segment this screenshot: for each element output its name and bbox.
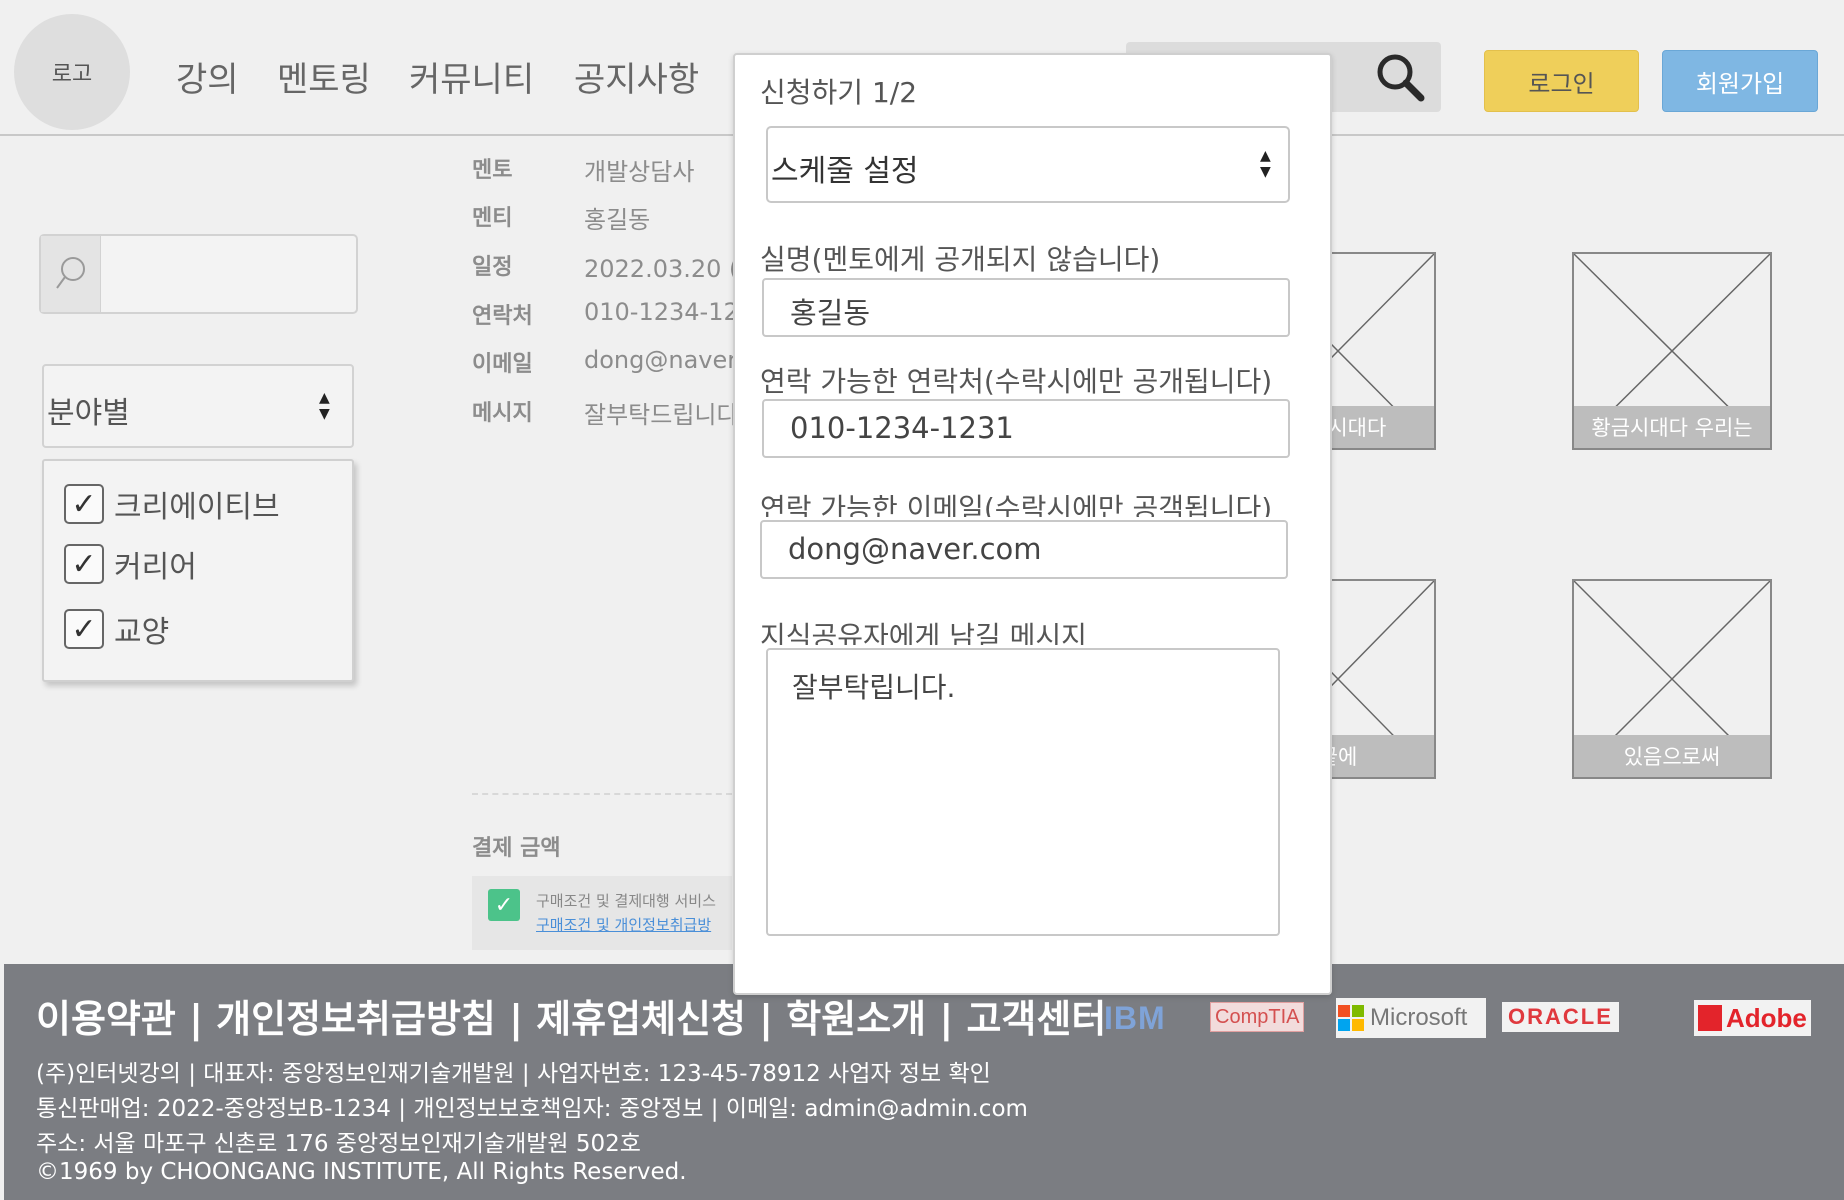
info-key-message: 메시지	[472, 401, 533, 426]
payment-amount-label: 결제 금액	[472, 836, 561, 861]
phone-field[interactable]: 010-1234-1231	[762, 399, 1290, 458]
agreement-link[interactable]: 구매조건 및 개인정보취급방	[536, 914, 711, 935]
divider	[472, 793, 732, 795]
category-select[interactable]: 분야별 ▲ ▼	[42, 364, 354, 448]
ibm-logo: IBM	[1104, 999, 1166, 1036]
microsoft-windows-icon	[1338, 1005, 1364, 1031]
nav-mentoring[interactable]: 멘토링	[277, 52, 371, 101]
info-value-mentor: 개발상담사	[584, 158, 695, 186]
filter-label: 커리어	[114, 550, 197, 585]
info-key-email: 이메일	[472, 352, 533, 377]
adobe-logo: Adobe	[1694, 1000, 1811, 1036]
schedule-select[interactable]: 스케줄 설정 ▲ ▼	[766, 126, 1290, 203]
sidebar-search-icon-cell	[41, 236, 101, 312]
agree-checkbox[interactable]: ✓	[488, 889, 520, 921]
name-label: 실명(멘토에게 공개되지 않습니다)	[760, 243, 1161, 276]
comptia-logo: CompTIA	[1210, 1002, 1305, 1032]
modal-title: 신청하기 1/2	[760, 76, 918, 109]
checkbox-checked-icon[interactable]: ✓	[64, 484, 104, 524]
thumbnail-card[interactable]: 황금시대다 우리는	[1572, 252, 1772, 450]
phone-label: 연락 가능한 연락처(수락시에만 공개됩니다)	[760, 365, 1273, 398]
schedule-select-label: 스케줄 설정	[771, 154, 919, 189]
filter-creative[interactable]: ✓ 크리에이티브	[64, 482, 280, 526]
info-key-schedule: 일정	[472, 255, 513, 280]
info-value-message: 잘부탁드립니다	[584, 401, 739, 429]
category-select-label: 분야별	[47, 396, 130, 431]
microsoft-logo: Microsoft	[1336, 998, 1486, 1038]
search-icon	[55, 257, 85, 289]
search-icon[interactable]	[1373, 50, 1427, 104]
thumbnail-caption: 있음으로써	[1574, 735, 1770, 777]
select-arrows-icon: ▲ ▼	[319, 390, 330, 422]
category-filter-list: ✓ 크리에이티브 ✓ 커리어 ✓ 교양	[42, 459, 354, 682]
filter-liberal-arts[interactable]: ✓ 교양	[64, 607, 169, 651]
login-button[interactable]: 로그인	[1484, 50, 1639, 112]
email-label: 연락 가능한 이메일(수락시에만 공객됩니다)	[760, 492, 1273, 517]
thumbnail-card[interactable]: 있음으로써	[1572, 579, 1772, 779]
footer-copyright: ©1969 by CHOONGANG INSTITUTE, All Rights…	[36, 1159, 687, 1185]
checkbox-checked-icon[interactable]: ✓	[64, 609, 104, 649]
sidebar-search-input[interactable]	[39, 234, 358, 314]
logo-text: 로고	[51, 62, 93, 87]
nav-lectures[interactable]: 강의	[176, 52, 239, 101]
name-field[interactable]: 홍길동	[762, 278, 1290, 337]
info-key-mentor: 멘토	[472, 158, 513, 183]
checkbox-checked-icon[interactable]: ✓	[64, 544, 104, 584]
message-label: 지식공유자에게 남길 메시지	[760, 620, 1087, 645]
adobe-icon	[1698, 1005, 1722, 1031]
adobe-text: Adobe	[1726, 1002, 1807, 1033]
thumbnail-caption: 황금시대다 우리는	[1574, 406, 1770, 448]
application-modal: 신청하기 1/2 스케줄 설정 ▲ ▼ 실명(멘토에게 공개되지 않습니다) 홍길…	[733, 53, 1332, 995]
filter-label: 크리에이티브	[114, 490, 280, 525]
info-value-mentee: 홍길동	[584, 206, 651, 234]
select-arrows-icon: ▲ ▼	[1260, 148, 1271, 180]
microsoft-text: Microsoft	[1370, 1004, 1468, 1031]
oracle-logo: ORACLE	[1502, 1002, 1619, 1032]
info-key-phone: 연락처	[472, 304, 533, 329]
filter-label: 교양	[114, 615, 170, 650]
nav-notice[interactable]: 공지사항	[574, 52, 699, 101]
message-textarea[interactable]: 잘부탁립니다.	[766, 648, 1280, 936]
purchase-agreement: ✓ 구매조건 및 결제대행 서비스 구매조건 및 개인정보취급방	[472, 876, 732, 950]
footer-company-info: (주)인터넷강의 | 대표자: 중앙정보인재기술개발원 | 사업자번호: 123…	[36, 1061, 991, 1087]
footer-registration-info: 통신판매업: 2022-중앙정보B-1234 | 개인정보보호책임자: 중앙정보…	[36, 1096, 1028, 1122]
email-field[interactable]: dong@naver.com	[760, 520, 1288, 579]
agreement-text: 구매조건 및 결제대행 서비스	[536, 892, 716, 910]
footer-links[interactable]: 이용약관 | 개인정보취급방침 | 제휴업체신청 | 학원소개 | 고객센터	[36, 988, 1106, 1043]
signup-button[interactable]: 회원가입	[1662, 50, 1818, 112]
filter-career[interactable]: ✓ 커리어	[64, 542, 197, 586]
info-key-mentee: 멘티	[472, 206, 513, 231]
info-value-email: dong@naver.c	[584, 346, 756, 374]
footer-address: 주소: 서울 마포구 신촌로 176 중앙정보인재기술개발원 502호	[36, 1131, 641, 1157]
site-logo[interactable]: 로고	[14, 14, 130, 130]
nav-community[interactable]: 커뮤니티	[409, 52, 534, 101]
site-footer: 이용약관 | 개인정보취급방침 | 제휴업체신청 | 학원소개 | 고객센터 (…	[4, 964, 1844, 1200]
